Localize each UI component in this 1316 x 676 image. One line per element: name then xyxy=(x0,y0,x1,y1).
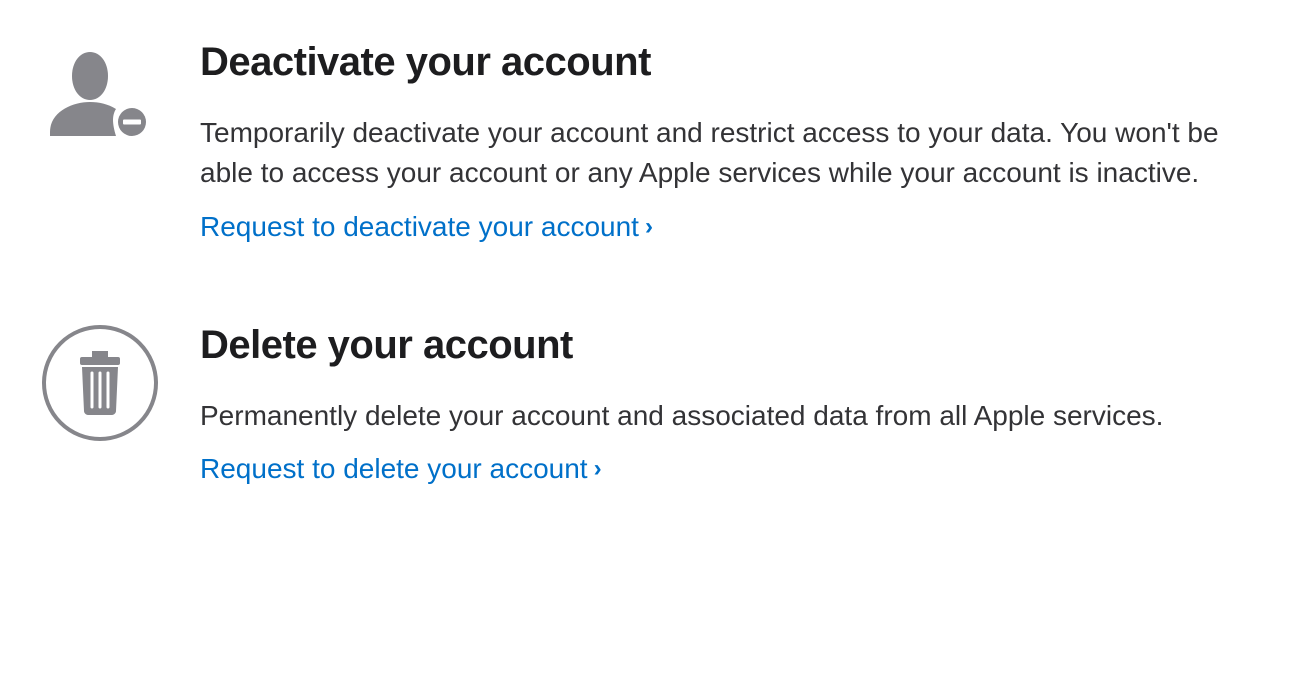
deactivate-title: Deactivate your account xyxy=(200,40,1276,85)
trash-icon xyxy=(40,323,160,443)
deactivate-request-link[interactable]: Request to deactivate your account › xyxy=(200,211,653,243)
chevron-right-icon: › xyxy=(594,455,602,483)
delete-icon-wrapper xyxy=(40,323,160,443)
deactivate-link-label: Request to deactivate your account xyxy=(200,211,639,243)
deactivate-content: Deactivate your account Temporarily deac… xyxy=(200,40,1276,243)
delete-account-section: Delete your account Permanently delete y… xyxy=(40,323,1276,486)
chevron-right-icon: › xyxy=(645,213,653,241)
delete-link-label: Request to delete your account xyxy=(200,453,588,485)
deactivate-account-section: Deactivate your account Temporarily deac… xyxy=(40,40,1276,243)
user-deactivate-icon xyxy=(40,40,150,150)
delete-content: Delete your account Permanently delete y… xyxy=(200,323,1276,486)
delete-description: Permanently delete your account and asso… xyxy=(200,396,1276,436)
deactivate-description: Temporarily deactivate your account and … xyxy=(200,113,1276,193)
delete-request-link[interactable]: Request to delete your account › xyxy=(200,453,602,485)
delete-title: Delete your account xyxy=(200,323,1276,368)
deactivate-icon-wrapper xyxy=(40,40,160,160)
